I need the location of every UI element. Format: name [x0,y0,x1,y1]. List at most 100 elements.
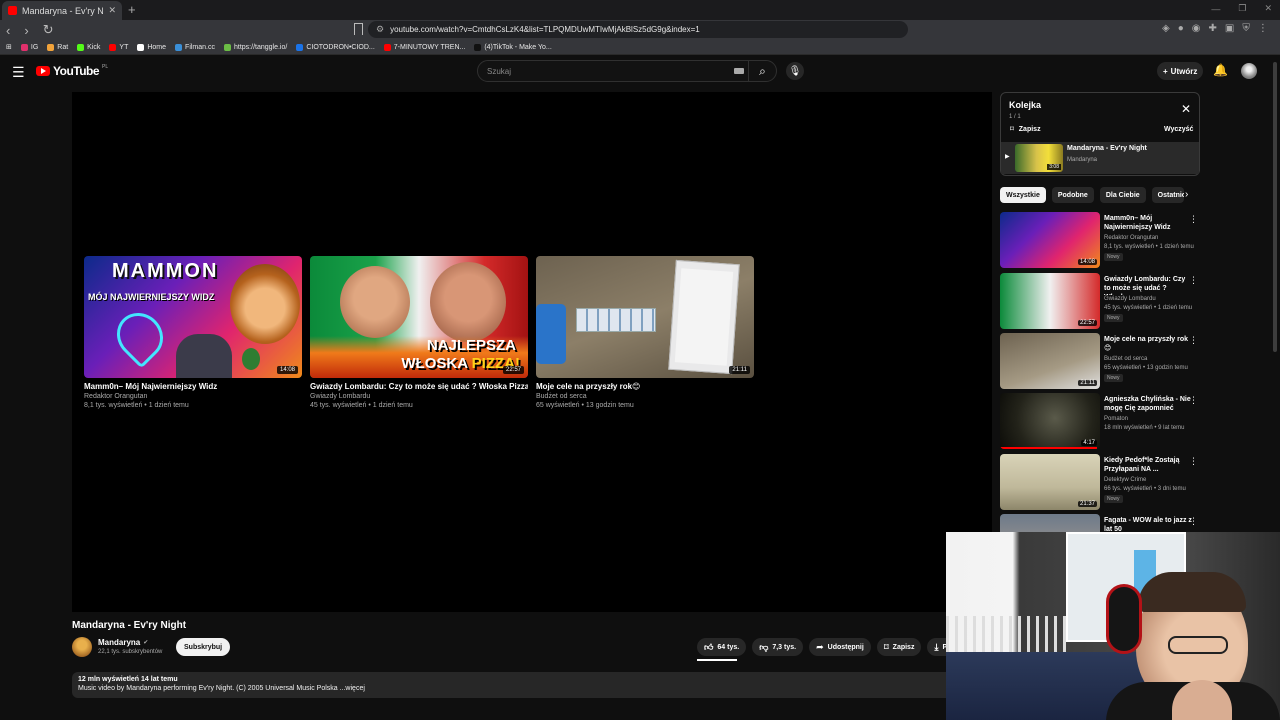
hamburger-menu-icon[interactable]: ☰ [12,64,25,81]
recommendation-thumbnail[interactable]: 21:37 [1000,454,1100,510]
endscreen-video-card[interactable]: NAJLEPSZA WŁOSKA PIZZA! 22:57 Gwiazdy Lo… [310,256,528,409]
maximize-icon[interactable]: ❐ [1238,3,1246,14]
chip-similar[interactable]: Podobne [1051,187,1094,203]
endscreen-channel-name[interactable]: Redaktor Orangutan [84,393,302,400]
keyboard-icon[interactable] [734,68,744,74]
recommendation-item[interactable]: 22:57 Gwiazdy Lombardu: Czy to może się … [1000,273,1200,329]
recommendation-item[interactable]: 21:37 Kiedy Pedof*le Zostają Przyłapani … [1000,454,1200,510]
account-avatar[interactable] [1241,63,1257,79]
endscreen-thumbnail[interactable]: MAMMON MÓJ NAJWIERNIEJSZY WIDZ 14:08 [84,256,302,378]
bookmark-item[interactable]: Filman.cc [175,43,215,51]
recommendation-channel[interactable]: Budżet od serca [1104,356,1147,362]
close-tab-icon[interactable]: ✕ [108,5,116,16]
queue-item[interactable]: ▶ 3:08 Mandaryna - Ev'ry Night Mandaryna [1001,142,1199,174]
endscreen-video-title[interactable]: Mamm0n– Mój Najwierniejszy Widz [84,382,302,391]
search-input[interactable] [487,66,707,76]
recommendation-title[interactable]: Kiedy Pedof*le Zostają Przyłapani NA ... [1104,456,1192,474]
recommendation-title[interactable]: Agnieszka Chylińska - Nie mogę Cię zapom… [1104,395,1192,413]
bookmark-favicon-icon [296,43,304,51]
recommendation-title[interactable]: Fagata - WOW ale to jazz z lat 50 [1104,516,1192,532]
recommendation-thumbnail[interactable] [1000,514,1100,532]
recommendation-thumbnail[interactable]: 14:08 [1000,212,1100,268]
endscreen-thumbnail[interactable]: 21:11 [536,256,754,378]
more-options-icon[interactable]: ⋮ [1189,335,1198,346]
recommendation-item[interactable]: 14:08 Mamm0n– Mój Najwierniejszy Widz Re… [1000,212,1200,268]
recommendation-channel[interactable]: Redaktor Orangutan [1104,235,1158,241]
recommendation-item[interactable]: 4:17 Agnieszka Chylińska - Nie mogę Cię … [1000,393,1200,449]
bookmark-page-icon[interactable] [354,23,363,35]
save-button[interactable]: ⌑ Zapisz [876,638,922,656]
extension-icon[interactable]: ● [1178,23,1184,34]
endscreen-thumbnail[interactable]: NAJLEPSZA WŁOSKA PIZZA! 22:57 [310,256,528,378]
chevron-right-icon[interactable]: › [1185,189,1188,200]
endscreen-video-card[interactable]: MAMMON MÓJ NAJWIERNIEJSZY WIDZ 14:08 Mam… [84,256,302,409]
bookmark-item[interactable]: 7-MINUTOWY TREN... [383,43,465,51]
subscribe-button[interactable]: Subskrybuj [176,638,231,656]
recommendation-item[interactable]: Fagata - WOW ale to jazz z lat 50 ⋮ [1000,514,1200,532]
description-box[interactable]: 12 mln wyświetleń 14 lat temu Music vide… [72,672,952,698]
close-window-icon[interactable]: ✕ [1264,3,1272,14]
url-field[interactable]: ⚙ youtube.com/watch?v=CmtdhCsLzK4&list=T… [368,21,908,38]
minimize-icon[interactable]: — [1211,4,1220,14]
more-options-icon[interactable]: ⋮ [1189,395,1198,406]
like-button[interactable]: 👍︎ 64 tys. [697,638,747,656]
sidebar-icon[interactable]: ▣ [1225,23,1234,34]
reload-icon[interactable]: ↻ [43,22,54,38]
bookmark-item[interactable]: YT [109,43,128,51]
bookmark-item[interactable]: Home [137,43,166,51]
recommendation-title[interactable]: Gwiazdy Lombardu: Czy to może się udać ?… [1104,275,1192,295]
notifications-bell-icon[interactable]: 🔔 [1213,63,1228,77]
create-button[interactable]: + Utwórz [1157,62,1204,80]
search-button[interactable]: ⌕ [748,61,776,81]
more-options-icon[interactable]: ⋮ [1189,456,1198,467]
extension-icon[interactable]: ◈ [1162,23,1170,34]
share-button[interactable]: ➦ Udostępnij [809,638,871,656]
more-options-icon[interactable]: ⋮ [1189,516,1198,527]
recommendation-channel[interactable]: Detektyw Crime [1104,477,1146,483]
endscreen-channel-name[interactable]: Budżet od serca [536,393,754,400]
endscreen-video-card[interactable]: 21:11 Moje cele na przyszły rok😊 Budżet … [536,256,754,409]
endscreen-video-title[interactable]: Moje cele na przyszły rok😊 [536,382,754,391]
queue-clear-button[interactable]: Wyczyść [1164,126,1193,133]
youtube-logo[interactable]: YouTube PL [36,64,108,78]
recommendation-item[interactable]: 21:11 Moje cele na przyszły rok 😊 Budżet… [1000,333,1200,389]
recommendation-title[interactable]: Mamm0n– Mój Najwierniejszy Widz [1104,214,1192,232]
browser-menu-icon[interactable]: ⋮ [1258,23,1268,34]
bookmark-item[interactable]: IG [20,43,38,51]
microphone-icon[interactable]: 🎙 [786,62,804,80]
bookmark-item[interactable]: https://tanggle.io/ [224,43,287,51]
recommendation-thumbnail[interactable]: 4:17 [1000,393,1100,449]
recommendation-thumbnail[interactable]: 22:57 [1000,273,1100,329]
recommendation-title[interactable]: Moje cele na przyszły rok 😊 [1104,335,1192,353]
page-scrollbar[interactable] [1273,62,1277,352]
shield-icon[interactable]: ⛨ [1242,23,1250,34]
endscreen-channel-name[interactable]: Gwiazdy Lombardu [310,393,528,400]
extension-icon[interactable]: ◉ [1192,23,1201,34]
site-info-icon[interactable]: ⚙ [376,24,384,35]
video-player[interactable]: MAMMON MÓJ NAJWIERNIEJSZY WIDZ 14:08 Mam… [72,92,992,612]
bookmark-item[interactable]: (4)TikTok - Make Yo... [474,43,552,51]
close-queue-icon[interactable]: ✕ [1181,102,1191,116]
extensions-puzzle-icon[interactable]: ✚ [1208,23,1216,34]
queue-save-button[interactable]: ⌑ Zapisz [1010,125,1041,134]
channel-name[interactable]: Mandaryna ✔ [98,638,148,647]
channel-avatar[interactable] [72,637,92,657]
recommendation-channel[interactable]: Pomaton [1104,416,1128,422]
more-options-icon[interactable]: ⋮ [1189,214,1198,225]
chip-all[interactable]: Wszystkie [1000,187,1046,203]
bookmark-item[interactable]: CIOTODRON•CIOD... [296,43,375,51]
recommendation-channel[interactable]: Gwiazdy Lombardu [1104,296,1156,302]
chip-recent[interactable]: Ostatnio [1151,187,1184,203]
back-icon[interactable]: ‹ [6,23,10,38]
bookmark-item[interactable]: Rat [47,43,68,51]
browser-tab[interactable]: Mandaryna - Ev'ry Night - YouTube ✕ [2,1,122,20]
recommendation-thumbnail[interactable]: 21:11 [1000,333,1100,389]
forward-icon[interactable]: › [24,23,28,38]
chip-for-you[interactable]: Dla Ciebie [1099,187,1146,203]
apps-grid-icon[interactable]: ⊞ [6,43,12,51]
more-options-icon[interactable]: ⋮ [1189,275,1198,286]
new-tab-icon[interactable]: + [128,2,136,17]
bookmark-item[interactable]: Kick [77,43,100,51]
endscreen-video-title[interactable]: Gwiazdy Lombardu: Czy to może się udać ?… [310,382,528,391]
dislike-button[interactable]: 👎︎ 7,3 tys. [752,638,804,656]
